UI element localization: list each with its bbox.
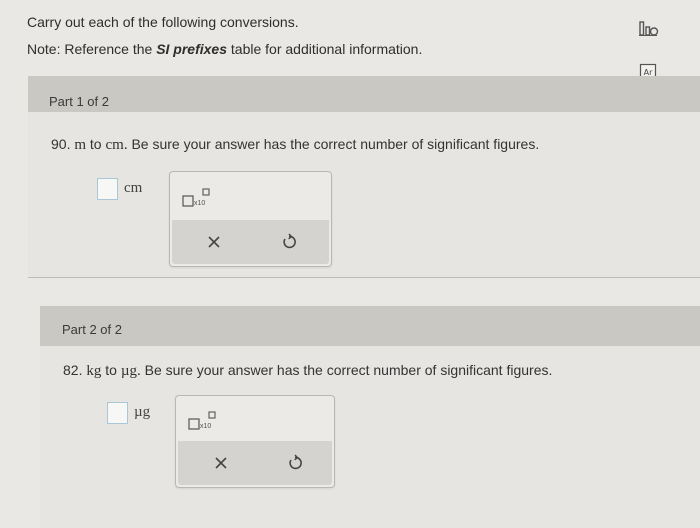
to-word: to	[89, 136, 102, 152]
scientific-notation-button[interactable]: x10	[182, 188, 216, 210]
palette-actions	[172, 220, 329, 264]
question-value: 82.	[63, 362, 83, 378]
to-unit: µg.	[120, 363, 141, 379]
part-1-header: Part 1 of 2	[28, 76, 700, 112]
part-1-answer-input[interactable]	[97, 178, 118, 200]
part-2-answer-input[interactable]	[107, 402, 128, 424]
undo-icon[interactable]	[280, 233, 298, 251]
x10-label: x10	[194, 200, 206, 207]
part-divider	[28, 277, 700, 278]
part-1-question: 90. m to cm. Be sure your answer has the…	[51, 136, 539, 154]
chart-icon[interactable]	[637, 19, 659, 39]
part-2-label: Part 2 of 2	[62, 322, 122, 337]
part-1-unit-label: cm	[124, 180, 143, 196]
part-2-header: Part 2 of 2	[40, 306, 700, 346]
question-value: 90.	[51, 136, 71, 152]
undo-icon[interactable]	[286, 454, 304, 472]
part-1-math-palette: x10	[169, 171, 332, 267]
scientific-notation-button[interactable]: x10	[188, 411, 222, 433]
to-word: to	[105, 362, 117, 378]
x10-label: x10	[200, 423, 212, 430]
question-instruction: Be sure your answer has the correct numb…	[144, 362, 553, 378]
question-instruction: Be sure your answer has the correct numb…	[131, 136, 540, 152]
part-2-question: 82. kg to µg. Be sure your answer has th…	[63, 362, 552, 380]
clear-icon[interactable]	[205, 233, 223, 251]
clear-icon[interactable]	[212, 454, 230, 472]
from-unit: kg	[86, 363, 102, 379]
reference-note: Note: Reference the SI prefixes table fo…	[27, 41, 422, 57]
part-2-unit-label: µg	[134, 404, 151, 420]
from-unit: m	[74, 137, 87, 153]
part-2-math-palette: x10	[175, 395, 335, 488]
note-prefix: Note: Reference the	[27, 41, 157, 57]
to-unit: cm.	[105, 137, 128, 153]
note-suffix: table for additional information.	[227, 41, 423, 57]
part-1-label: Part 1 of 2	[49, 94, 109, 109]
palette-actions	[178, 441, 332, 485]
instructions-text: Carry out each of the following conversi…	[27, 14, 299, 30]
si-prefixes-link[interactable]: SI prefixes	[156, 41, 227, 57]
